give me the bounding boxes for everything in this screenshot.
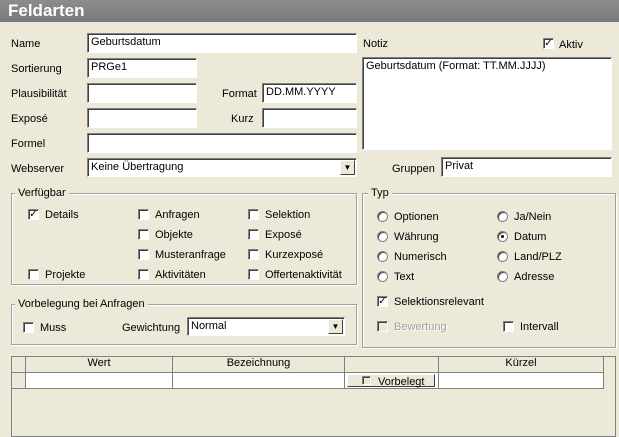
intervall-label: Intervall: [520, 321, 559, 333]
gruppen-input[interactable]: Privat: [441, 157, 612, 177]
selektion-checkbox[interactable]: [248, 209, 259, 220]
cell-kuerzel[interactable]: [439, 373, 604, 389]
format-label: Format: [222, 88, 257, 100]
format-input[interactable]: DD.MM.YYYY: [262, 83, 357, 103]
vorbelegt-label: Vorbelegt: [378, 376, 425, 388]
check-icon: ✓: [544, 38, 553, 49]
anfragen-checkbox[interactable]: [138, 209, 149, 220]
projekte-checkbox[interactable]: [28, 269, 39, 280]
chevron-down-icon[interactable]: ▼: [340, 160, 355, 175]
gewichtung-label: Gewichtung: [122, 322, 181, 334]
objekte-checkbox[interactable]: [138, 229, 149, 240]
text-label: Text: [394, 271, 415, 283]
optionen-radio[interactable]: [377, 211, 388, 222]
verfuegbar-title: Verfügbar: [15, 187, 69, 200]
selektionsrelevant-checkbox[interactable]: ✓: [377, 296, 388, 307]
window-title: Feldarten: [0, 0, 619, 22]
kurzexpose-label: Kurzexposé: [265, 249, 324, 261]
name-label: Name: [11, 38, 41, 50]
column-header-wert[interactable]: Wert: [26, 357, 173, 373]
column-header-bezeichnung[interactable]: Bezeichnung: [173, 357, 345, 373]
waehrung-radio[interactable]: [377, 231, 388, 242]
cell-vorbelegt[interactable]: Vorbelegt: [345, 373, 439, 389]
vorbelegung-title: Vorbelegung bei Anfragen: [15, 298, 148, 311]
column-header-kuerzel[interactable]: Kürzel: [439, 357, 604, 373]
gruppen-label: Gruppen: [392, 163, 435, 175]
anfragen-label: Anfragen: [155, 209, 200, 221]
name-input[interactable]: Geburtsdatum: [87, 33, 357, 53]
optionen-label: Optionen: [394, 211, 439, 223]
numerisch-radio[interactable]: [377, 251, 388, 262]
gewichtung-select-value: Normal: [191, 320, 227, 332]
aktivitaeten-checkbox[interactable]: [138, 269, 149, 280]
text-radio[interactable]: [377, 271, 388, 282]
aktivitaeten-label: Aktivitäten: [155, 269, 206, 281]
expose-input[interactable]: [87, 108, 197, 128]
kurz-label: Kurz: [231, 113, 254, 125]
cell-wert[interactable]: [26, 373, 173, 389]
expose-check-label: Exposé: [265, 229, 302, 241]
formel-label: Formel: [11, 138, 46, 150]
musteranfrage-label: Musteranfrage: [155, 249, 226, 261]
formel-input[interactable]: [87, 133, 357, 153]
typ-title: Typ: [368, 187, 392, 200]
adresse-label: Adresse: [514, 271, 555, 283]
musteranfrage-checkbox[interactable]: [138, 249, 149, 260]
sortierung-label: Sortierung: [11, 63, 62, 75]
row-selector[interactable]: [12, 373, 26, 389]
adresse-radio[interactable]: [497, 271, 508, 282]
landplz-radio[interactable]: [497, 251, 508, 262]
bewertung-label: Bewertung: [394, 321, 447, 333]
vorbelegt-checkbox[interactable]: [362, 376, 371, 385]
offertenaktivitaet-checkbox[interactable]: [248, 269, 259, 280]
aktiv-label: Aktiv: [559, 39, 583, 51]
column-header-vorbelegt[interactable]: [345, 357, 439, 373]
expose-checkbox[interactable]: [248, 229, 259, 240]
expose-label: Exposé: [11, 113, 48, 125]
cell-bezeichnung[interactable]: [173, 373, 345, 389]
webserver-select-value: Keine Übertragung: [91, 161, 184, 173]
webserver-label: Webserver: [11, 163, 64, 175]
chevron-down-icon[interactable]: ▼: [328, 319, 343, 334]
gewichtung-select[interactable]: Normal ▼: [187, 317, 345, 336]
selektion-label: Selektion: [265, 209, 311, 221]
landplz-label: Land/PLZ: [514, 251, 562, 263]
bewertung-checkbox: [377, 321, 388, 332]
janein-radio[interactable]: [497, 211, 508, 222]
aktiv-checkbox[interactable]: ✓: [543, 38, 554, 49]
waehrung-label: Währung: [394, 231, 439, 243]
webserver-select[interactable]: Keine Übertragung ▼: [87, 158, 357, 177]
muss-label: Muss: [40, 322, 67, 334]
details-label: Details: [45, 209, 79, 221]
projekte-label: Projekte: [45, 269, 86, 281]
notiz-textarea[interactable]: Geburtsdatum (Format: TT.MM.JJJJ): [362, 57, 612, 150]
grid-corner: [12, 357, 26, 373]
plausibilitaet-label: Plausibilität: [11, 88, 67, 100]
intervall-checkbox[interactable]: [503, 321, 514, 332]
kurzexpose-checkbox[interactable]: [248, 249, 259, 260]
notiz-label: Notiz: [363, 38, 389, 50]
numerisch-label: Numerisch: [394, 251, 447, 263]
check-icon: ✓: [29, 209, 38, 220]
kurz-input[interactable]: [262, 108, 357, 128]
muss-checkbox[interactable]: [23, 322, 34, 333]
datum-label: Datum: [514, 231, 547, 243]
offertenaktivitaet-label: Offertenaktivität: [265, 269, 342, 281]
plausibilitaet-input[interactable]: [87, 83, 197, 103]
sortierung-input[interactable]: PRGe1: [87, 58, 197, 78]
check-icon: ✓: [378, 296, 387, 307]
janein-label: Ja/Nein: [514, 211, 552, 223]
datum-radio[interactable]: [497, 231, 508, 242]
details-checkbox[interactable]: ✓: [28, 209, 39, 220]
selektionsrelevant-label: Selektionsrelevant: [394, 296, 484, 308]
objekte-label: Objekte: [155, 229, 193, 241]
vorbelegt-toggle[interactable]: Vorbelegt: [347, 374, 435, 388]
